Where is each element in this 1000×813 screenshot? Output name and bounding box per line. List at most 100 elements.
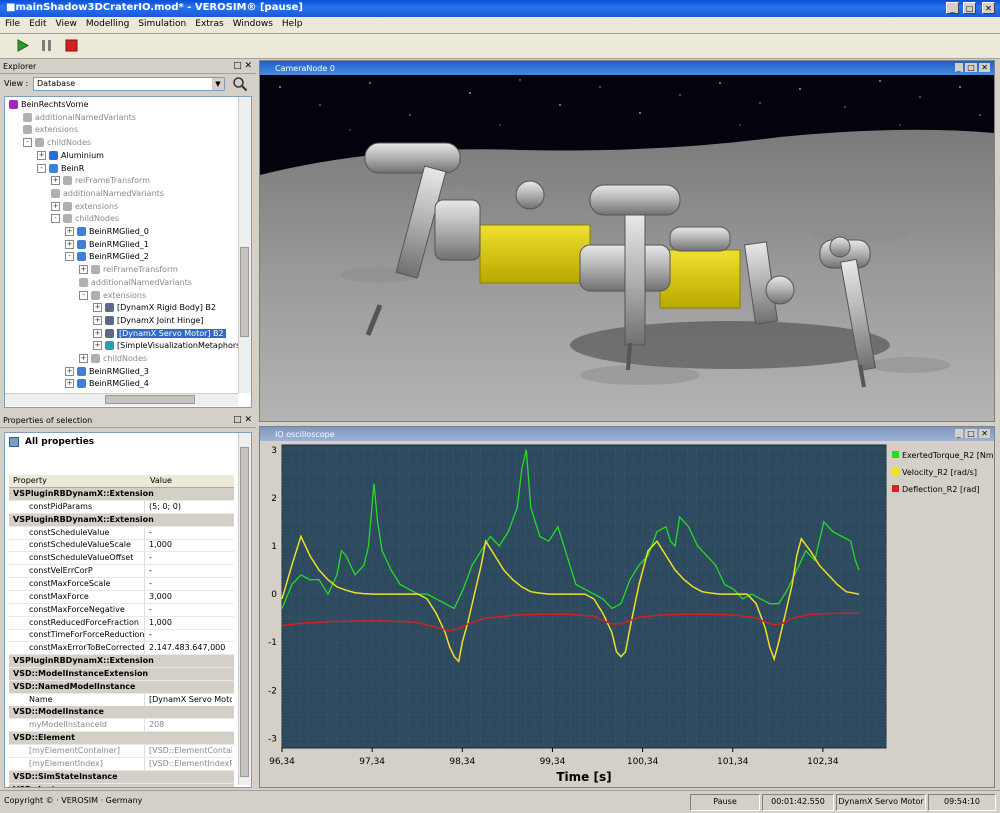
property-category[interactable]: VSD::Instance bbox=[9, 783, 234, 787]
tree-item[interactable]: - BeinRMGlied_2 bbox=[65, 251, 149, 263]
property-row[interactable]: [myElementContainer] [VSD::ElementContain bbox=[9, 745, 234, 758]
tree-scrollbar[interactable] bbox=[238, 97, 251, 393]
property-row[interactable]: constScheduleValueScale 1,000 bbox=[9, 539, 234, 553]
tree-item[interactable]: + [DynamX Rigid Body] B2 bbox=[93, 302, 216, 314]
pause-icon[interactable] bbox=[40, 39, 53, 52]
menu-modelling[interactable]: Modelling bbox=[81, 17, 133, 29]
property-category[interactable]: VSD::SimStateInstance bbox=[9, 770, 234, 784]
menu-view[interactable]: View bbox=[51, 17, 81, 29]
expand-icon[interactable]: + bbox=[93, 328, 102, 338]
expand-icon[interactable]: + bbox=[65, 379, 74, 389]
property-row[interactable]: constPidParams (5; 0; 0) bbox=[9, 500, 234, 514]
property-value[interactable]: (5; 0; 0) bbox=[146, 501, 232, 513]
tree-item[interactable]: + relFrameTransform bbox=[79, 264, 178, 276]
tree-item[interactable]: + BeinRMGlied_0 bbox=[65, 226, 149, 238]
expand-icon[interactable]: + bbox=[93, 315, 102, 325]
property-row[interactable]: Name [DynamX Servo Motor bbox=[9, 693, 234, 707]
property-row[interactable]: myModelInstanceId 208 bbox=[9, 719, 234, 733]
view-select[interactable]: Database ▼ bbox=[33, 77, 225, 91]
property-value[interactable]: - bbox=[146, 629, 232, 641]
property-row[interactable]: constReducedForceFraction 1,000 bbox=[9, 616, 234, 630]
expand-icon[interactable]: + bbox=[65, 366, 74, 376]
tree-item[interactable]: + relFrameTransform bbox=[51, 175, 150, 187]
maximize-button[interactable]: □ bbox=[963, 2, 976, 14]
property-category[interactable]: VSPluginRBDynamX::Extension bbox=[9, 488, 234, 501]
tree-item[interactable]: + [DynamX Servo Motor] B2 bbox=[93, 328, 226, 340]
property-category[interactable]: VSD::Element bbox=[9, 732, 234, 746]
tree-item[interactable]: additionalNamedVariants bbox=[23, 112, 136, 124]
property-value[interactable]: - bbox=[146, 578, 232, 590]
collapse-icon[interactable]: - bbox=[51, 214, 60, 224]
tree-item[interactable]: extensions bbox=[23, 124, 78, 136]
chevron-down-icon[interactable]: ▼ bbox=[212, 78, 224, 90]
property-row[interactable]: constScheduleValue - bbox=[9, 526, 234, 540]
property-row[interactable]: constVelErrCorP - bbox=[9, 565, 234, 579]
lunar-scene[interactable] bbox=[260, 75, 994, 421]
panel-controls-icon[interactable]: □ ✕ bbox=[233, 60, 252, 73]
tree-hscrollbar[interactable] bbox=[5, 393, 238, 406]
property-value[interactable]: - bbox=[146, 552, 232, 564]
property-row[interactable]: constMaxForceNegative - bbox=[9, 603, 234, 617]
close-button[interactable]: ✕ bbox=[982, 2, 995, 14]
property-row[interactable]: [myElementIndex] [VSD::ElementIndexPt bbox=[9, 757, 234, 771]
search-icon[interactable] bbox=[232, 76, 248, 92]
tree-item[interactable]: - childNodes bbox=[51, 213, 119, 225]
property-value[interactable]: 1,000 bbox=[146, 539, 232, 551]
property-value[interactable]: 2.147.483.647,000 bbox=[146, 642, 232, 654]
tree-item[interactable]: + [SimpleVisualizationMetaphors] bbox=[93, 340, 243, 352]
tree-item[interactable]: + BeinRMGlied_3 bbox=[65, 366, 149, 378]
property-category[interactable]: VSD::ModelInstanceExtension bbox=[9, 667, 234, 681]
collapse-icon[interactable]: - bbox=[65, 252, 74, 262]
expand-icon[interactable]: + bbox=[65, 227, 74, 236]
tree-item[interactable]: additionalNamedVariants bbox=[79, 277, 192, 289]
menu-help[interactable]: Help bbox=[277, 17, 307, 29]
camera-window-controls-icon[interactable]: _ □ ✕ bbox=[954, 61, 990, 74]
menu-file[interactable]: File bbox=[0, 17, 24, 29]
property-row[interactable]: constMaxForceScale - bbox=[9, 577, 234, 591]
tree-item[interactable]: - extensions bbox=[79, 290, 146, 302]
property-category[interactable]: VSPluginRBDynamX::Extension bbox=[9, 655, 234, 669]
tree-item[interactable]: + childNodes bbox=[79, 353, 147, 365]
property-value[interactable]: - bbox=[146, 527, 232, 539]
oscilloscope-window-controls-icon[interactable]: _ □ ✕ bbox=[954, 427, 990, 440]
tree-item[interactable]: additionalNamedVariants bbox=[51, 188, 164, 200]
expand-icon[interactable]: + bbox=[79, 354, 88, 363]
property-row[interactable]: constTimeForForceReduction - bbox=[9, 629, 234, 643]
property-category[interactable]: VSD::NamedModelInstance bbox=[9, 680, 234, 694]
property-value[interactable]: 208 bbox=[146, 719, 232, 731]
collapse-icon[interactable]: - bbox=[23, 138, 32, 148]
menu-edit[interactable]: Edit bbox=[24, 17, 50, 29]
property-value[interactable]: - bbox=[146, 604, 232, 616]
tree-item[interactable]: + extensions bbox=[51, 201, 118, 213]
menu-extras[interactable]: Extras bbox=[190, 17, 227, 29]
minimize-button[interactable]: _ bbox=[946, 2, 959, 14]
expand-icon[interactable]: + bbox=[93, 341, 102, 351]
property-row[interactable]: constScheduleValueOffset - bbox=[9, 552, 234, 566]
menu-windows[interactable]: Windows bbox=[228, 17, 277, 29]
tree-item[interactable]: + BeinRMGlied_1 bbox=[65, 239, 149, 251]
property-category[interactable]: VSPluginRBDynamX::Extension bbox=[9, 513, 234, 527]
expand-icon[interactable]: + bbox=[37, 150, 46, 160]
collapse-icon[interactable]: - bbox=[79, 290, 88, 300]
tree-item[interactable]: - childNodes bbox=[23, 137, 91, 149]
tree-item[interactable]: + Aluminium bbox=[37, 150, 104, 162]
property-category[interactable]: VSD::ModelInstance bbox=[9, 706, 234, 720]
tree-item[interactable]: BeinRechtsVorne bbox=[9, 99, 88, 111]
expand-icon[interactable]: + bbox=[51, 201, 60, 211]
property-value[interactable]: [DynamX Servo Motor bbox=[146, 694, 232, 706]
play-icon[interactable] bbox=[16, 39, 29, 52]
property-row[interactable]: constMaxErrorToBeCorrected 2.147.483.647,… bbox=[9, 642, 234, 656]
property-row[interactable]: constMaxForce 3,000 bbox=[9, 590, 234, 604]
expand-icon[interactable]: + bbox=[65, 239, 74, 249]
panel-controls-icon[interactable]: □ ✕ bbox=[233, 414, 252, 427]
tree-item[interactable]: - BeinR bbox=[37, 163, 84, 175]
tree-item[interactable]: + [DynamX Joint Hinge] bbox=[93, 315, 203, 327]
tree-item[interactable]: + BeinRMGlied_4 bbox=[65, 378, 149, 390]
expand-icon[interactable]: + bbox=[51, 176, 60, 186]
property-value[interactable]: 3,000 bbox=[146, 591, 232, 603]
property-value[interactable]: - bbox=[146, 565, 232, 577]
menu-simulation[interactable]: Simulation bbox=[133, 17, 190, 29]
property-value[interactable]: 1,000 bbox=[146, 617, 232, 629]
properties-scrollbar[interactable] bbox=[238, 433, 251, 785]
property-value[interactable]: [VSD::ElementContain bbox=[146, 745, 232, 757]
